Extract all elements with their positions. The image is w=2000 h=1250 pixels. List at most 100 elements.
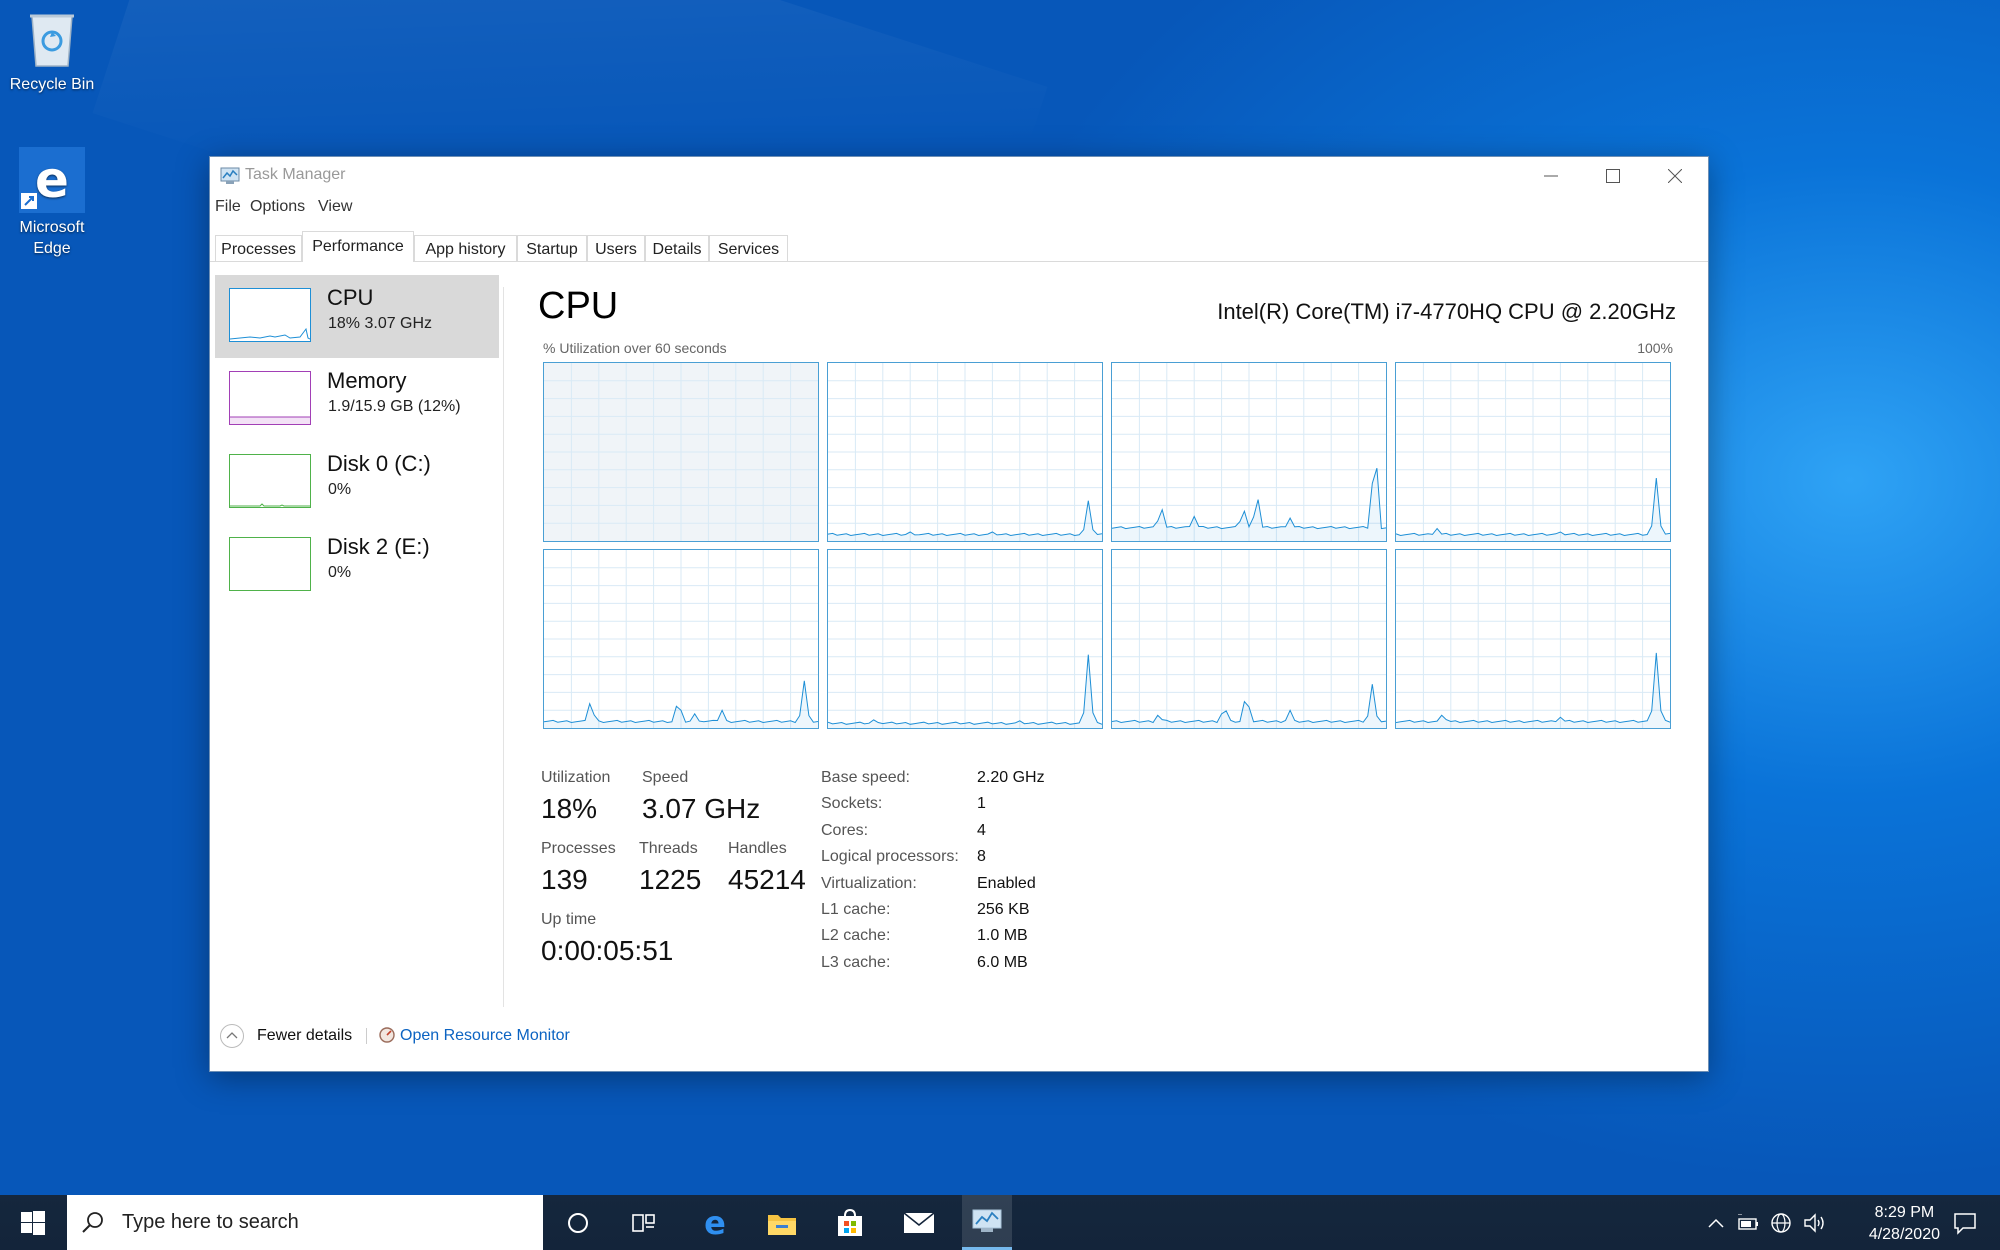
prop-label-logical-processors: Logical processors: — [821, 848, 959, 865]
taskbar-task-manager[interactable] — [962, 1195, 1012, 1250]
sidebar-item-name: Disk 0 (C:) — [327, 451, 431, 476]
tab-users[interactable]: Users — [587, 235, 645, 261]
speaker-icon — [1804, 1212, 1824, 1233]
svg-text:e: e — [704, 1207, 726, 1239]
pane-divider[interactable] — [503, 287, 504, 1007]
tab-details[interactable]: Details — [645, 235, 709, 261]
tab-startup[interactable]: Startup — [517, 235, 587, 261]
footer-separator — [366, 1028, 367, 1044]
cpu-graph-6-plot — [1112, 550, 1386, 728]
battery-indicator[interactable] — [1734, 1195, 1762, 1250]
cpu-graph-6 — [1111, 549, 1387, 729]
desktop-icon-microsoft-edge[interactable]: e Microsoft Edge — [2, 147, 102, 259]
menu-file[interactable]: File — [215, 198, 241, 216]
speed-value: 3.07 GHz — [642, 793, 761, 824]
windows-logo-icon — [21, 1210, 45, 1235]
handles-value: 45214 — [728, 864, 806, 895]
close-button[interactable] — [1644, 157, 1706, 195]
sidebar-item-disk-0[interactable]: Disk 0 (C:) 0% — [215, 441, 499, 524]
cpu-model-name: Intel(R) Core(TM) i7-4770HQ CPU @ 2.20GH… — [1217, 299, 1676, 324]
window-footer: Fewer details Open Resource Monitor — [210, 1006, 1708, 1071]
sidebar-item-cpu[interactable]: CPU 18% 3.07 GHz — [215, 275, 499, 358]
cpu-thumbnail-graph — [229, 288, 311, 342]
tab-strip: Processes Performance App history Startu… — [210, 227, 1708, 262]
menu-options[interactable]: Options — [250, 198, 305, 216]
prop-value-logical-processors: 8 — [977, 848, 986, 865]
title-bar[interactable]: Task Manager — [210, 157, 1708, 195]
sidebar-item-name: Disk 2 (E:) — [327, 534, 430, 559]
taskbar-mail[interactable] — [894, 1195, 944, 1250]
prop-label-l1-cache: L1 cache: — [821, 901, 891, 918]
cpu-graph-3 — [1395, 362, 1671, 542]
maximize-icon — [1606, 169, 1620, 183]
prop-value-cores: 4 — [977, 822, 986, 839]
sidebar-item-detail: 0% — [328, 564, 352, 581]
tab-app-history[interactable]: App history — [414, 235, 517, 261]
prop-label-base-speed: Base speed: — [821, 769, 910, 786]
sidebar-item-detail: 1.9/15.9 GB (12%) — [328, 398, 461, 415]
start-button[interactable] — [0, 1195, 66, 1250]
menu-bar: File Options View — [210, 195, 1708, 221]
prop-label-l2-cache: L2 cache: — [821, 927, 891, 944]
minimize-button[interactable] — [1520, 157, 1582, 195]
fewer-details-button[interactable] — [220, 1024, 244, 1048]
desktop-icon-recycle-bin[interactable]: Recycle Bin — [2, 8, 102, 95]
taskbar-edge[interactable]: e — [690, 1195, 740, 1250]
processes-label: Processes — [541, 840, 616, 857]
battery-charging-icon — [1738, 1213, 1758, 1230]
cpu-graph-2-plot — [1112, 363, 1386, 541]
sidebar-item-detail: 18% 3.07 GHz — [328, 315, 433, 332]
menu-view[interactable]: View — [318, 198, 352, 216]
sidebar-item-name: Memory — [327, 368, 407, 393]
taskbar-clock[interactable]: 8:29 PM 4/28/2020 — [1869, 1202, 1940, 1246]
globe-network-icon — [1771, 1212, 1791, 1233]
maximize-button[interactable] — [1582, 157, 1644, 195]
task-view-icon — [632, 1213, 655, 1232]
tab-processes[interactable]: Processes — [215, 235, 302, 261]
notification-icon — [1954, 1212, 1976, 1235]
cortana-button[interactable] — [553, 1195, 603, 1250]
show-hidden-icons-button[interactable] — [1704, 1195, 1728, 1250]
graph-axis-label: % Utilization over 60 seconds — [543, 340, 727, 356]
task-manager-icon — [972, 1209, 1002, 1232]
uptime-value: 0:00:05:51 — [541, 935, 674, 966]
chevron-up-icon — [1708, 1218, 1724, 1228]
uptime-label: Up time — [541, 911, 597, 928]
prop-value-l1-cache: 256 KB — [977, 901, 1030, 918]
svg-text:e: e — [35, 151, 69, 209]
network-indicator[interactable] — [1767, 1195, 1795, 1250]
search-icon — [82, 1212, 103, 1233]
prop-label-l3-cache: L3 cache: — [821, 954, 891, 971]
prop-value-l2-cache: 1.0 MB — [977, 927, 1028, 944]
cpu-graph-0-plot — [544, 363, 818, 541]
cpu-graph-5 — [827, 549, 1103, 729]
fewer-details-link[interactable]: Fewer details — [257, 1027, 352, 1045]
cpu-graph-4-plot — [544, 550, 818, 728]
cpu-graph-0 — [543, 362, 819, 542]
taskbar-search-box[interactable]: Type here to search — [67, 1195, 543, 1250]
utilization-label: Utilization — [541, 769, 611, 786]
open-resource-monitor-link[interactable]: Open Resource Monitor — [400, 1027, 570, 1045]
recycle-bin-icon — [24, 8, 80, 70]
action-center-button[interactable] — [1940, 1195, 1990, 1250]
window-title: Task Manager — [245, 166, 346, 183]
task-view-button[interactable] — [619, 1195, 669, 1250]
processes-value: 139 — [541, 864, 588, 895]
taskbar-file-explorer[interactable] — [757, 1195, 807, 1250]
task-manager-window: Task Manager File Options View Processes… — [209, 156, 1709, 1072]
tab-services[interactable]: Services — [709, 235, 788, 261]
cpu-graph-5-plot — [828, 550, 1102, 728]
prop-label-cores: Cores: — [821, 822, 869, 839]
sidebar-item-disk-2[interactable]: Disk 2 (E:) 0% — [215, 524, 499, 607]
volume-indicator[interactable] — [1801, 1195, 1829, 1250]
sidebar-item-memory[interactable]: Memory 1.9/15.9 GB (12%) — [215, 358, 499, 441]
taskbar-store[interactable] — [825, 1195, 875, 1250]
desktop-icon-label: Microsoft Edge — [19, 219, 85, 257]
prop-label-virtualization: Virtualization: — [821, 875, 917, 892]
task-manager-icon — [220, 167, 240, 190]
tab-performance[interactable]: Performance — [302, 231, 414, 262]
cpu-graph-3-plot — [1396, 363, 1670, 541]
threads-label: Threads — [639, 840, 698, 857]
edge-icon: e — [704, 1207, 726, 1239]
desktop-icon-label: Recycle Bin — [9, 76, 95, 93]
